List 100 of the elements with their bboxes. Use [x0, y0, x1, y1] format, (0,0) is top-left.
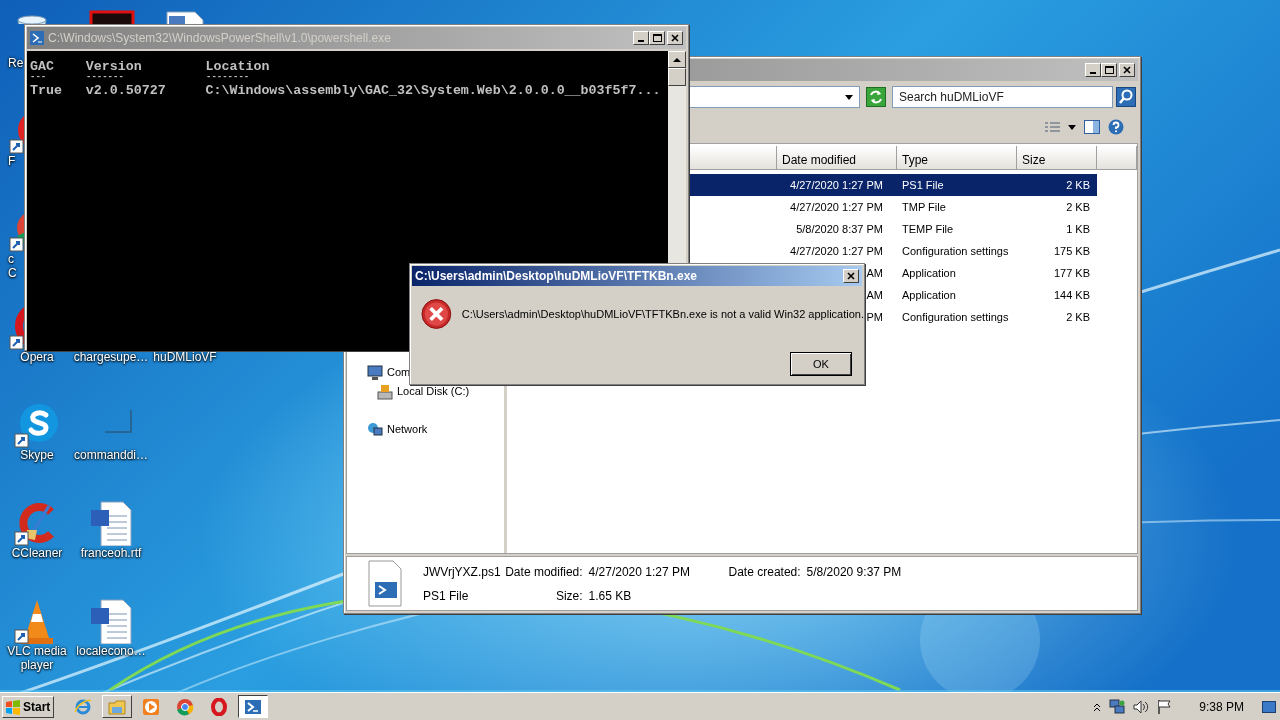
table-cell-text: 144 KB	[1052, 287, 1091, 303]
table-cell: 4/27/2020 1:27 PM	[790, 178, 883, 191]
scroll-up-icon[interactable]	[673, 56, 681, 63]
refresh-icon[interactable]	[866, 87, 886, 107]
field-label: Date created:	[727, 563, 802, 581]
clock[interactable]: 9:38 PM	[1199, 697, 1244, 716]
console-text: True	[30, 85, 63, 97]
windows-logo-icon	[5, 698, 21, 715]
file-row[interactable]: 4/27/2020 1:27 PM Configuration settings 175 KB	[688, 240, 1097, 262]
column-header[interactable]: Date modified	[777, 146, 897, 170]
help-icon[interactable]	[1108, 119, 1124, 135]
icon-label: Re	[8, 56, 24, 70]
icon-label: CCleaner	[11, 546, 63, 560]
icon-label: chargesupe…	[73, 350, 149, 364]
table-cell-text: TMP File	[901, 199, 947, 215]
console-text: --------	[206, 73, 251, 81]
start-button[interactable]: Start	[2, 695, 54, 718]
media-player-icon	[142, 697, 160, 716]
icon-label: franceoh.rtf	[80, 546, 142, 560]
computer-icon	[367, 364, 383, 381]
drive-icon	[377, 383, 393, 400]
dropdown-caret-icon[interactable]	[845, 94, 853, 100]
file-row[interactable]: 4/27/2020 1:27 PM PS1 File 2 KB	[688, 174, 1097, 196]
table-cell-text: Application	[901, 287, 957, 303]
console-text: -------	[86, 73, 125, 81]
nav-item[interactable]: Network	[347, 420, 504, 439]
search-field[interactable]: Search huDMLioVF	[892, 86, 1113, 108]
table-cell: PM	[866, 310, 883, 323]
speaker-icon[interactable]	[1133, 698, 1150, 715]
table-cell-text: 1 KB	[1065, 221, 1091, 237]
skype-shortcut-icon[interactable]	[13, 402, 61, 448]
icon-label: Skype	[20, 448, 54, 462]
ok-button[interactable]: OK	[790, 352, 852, 376]
dialog-title: C:\Users\admin\Desktop\huDMLioVF\TFTKBn.exe	[415, 268, 698, 285]
icon-label: F	[8, 154, 16, 168]
console-text: ---	[30, 73, 48, 81]
scroll-thumb[interactable]	[668, 68, 686, 86]
chrome-icon	[176, 697, 194, 716]
error-icon	[421, 298, 452, 330]
dropdown-caret-icon[interactable]	[1068, 124, 1076, 130]
opera-icon	[210, 697, 228, 716]
column-header[interactable]: Type	[897, 146, 1017, 170]
icon-label: huDMLioVF	[153, 350, 217, 364]
table-cell-text: TEMP File	[901, 221, 955, 237]
table-cell-text: Configuration settings	[901, 309, 1010, 325]
column-header[interactable]: Size	[1017, 146, 1097, 170]
show-desktop-icon[interactable]	[1262, 700, 1276, 713]
table-cell-text: 2 KB	[1065, 199, 1091, 215]
icon-label: VLC media	[7, 644, 67, 658]
show-hidden-icons-icon[interactable]	[1093, 701, 1102, 712]
table-cell-text: 175 KB	[1052, 243, 1091, 259]
preview-pane-icon[interactable]	[1084, 120, 1100, 134]
field-value: 5/8/2020 9:37 PM	[806, 563, 902, 581]
network-icon	[367, 421, 383, 438]
file-row[interactable]: 5/8/2020 8:37 PM TEMP File 1 KB	[688, 218, 1097, 240]
field-value: 1.65 KB	[588, 587, 633, 605]
field-label: Size:	[554, 587, 584, 605]
console-text: GAC	[30, 61, 55, 73]
table-cell: 4/27/2020 1:27 PM	[790, 244, 883, 257]
console-text: Version	[85, 61, 143, 73]
column-header[interactable]	[688, 146, 777, 170]
flag-icon[interactable]	[1157, 698, 1174, 715]
nav-item[interactable]: Local Disk (C:)	[347, 382, 504, 401]
console-text: v2.0.50727	[85, 85, 167, 97]
window-title: C:\Windows\System32\WindowsPowerShell\v1.0\powershell.exe	[48, 30, 391, 47]
table-cell: 5/8/2020 8:37 PM	[796, 222, 883, 235]
icon-label: commanddi…	[74, 448, 148, 462]
icon-label: c	[8, 252, 14, 266]
close-icon	[1123, 66, 1131, 74]
powershell-icon	[30, 31, 44, 45]
table-cell-text: 2 KB	[1065, 177, 1091, 193]
browser-icon	[74, 697, 92, 716]
folder-icon	[108, 697, 126, 716]
console-text: Location	[205, 61, 271, 73]
search-icon[interactable]	[1116, 87, 1136, 107]
error-message: C:\Users\admin\Desktop\huDMLioVF\TFTKBn.exe is not a valid Win32 application.	[461, 306, 864, 322]
close-icon	[847, 272, 855, 280]
close-icon	[671, 34, 679, 42]
icon-label: C	[8, 266, 17, 280]
console-text: C:\Windows\assembly\GAC_32\System.Web\2.0.0.0__b03f5f7...	[205, 85, 662, 97]
field-label: Date modified:	[504, 563, 584, 581]
file-name: JWVrjYXZ.ps1	[423, 563, 501, 581]
table-cell: 4/27/2020 1:27 PM	[790, 200, 883, 213]
file-type: PS1 File	[423, 587, 470, 605]
powershell-icon	[244, 697, 262, 716]
script-file-icon	[367, 559, 403, 608]
table-cell-text: Configuration settings	[901, 243, 1010, 259]
network-icon[interactable]	[1109, 698, 1126, 715]
file-row[interactable]: 4/27/2020 1:27 PM TMP File 2 KB	[688, 196, 1097, 218]
column-header[interactable]	[1097, 146, 1137, 170]
address-field[interactable]	[688, 86, 860, 108]
table-cell-text: 2 KB	[1065, 309, 1091, 325]
field-value: 4/27/2020 1:27 PM	[588, 563, 691, 581]
table-cell-text: PS1 File	[901, 177, 945, 193]
close-button[interactable]	[843, 269, 859, 283]
icon-label: player	[20, 658, 54, 672]
table-cell-text: Application	[901, 265, 957, 281]
maximize-icon	[652, 34, 662, 42]
icon-label: Opera	[20, 350, 54, 364]
taskbar-button[interactable]	[238, 695, 268, 718]
